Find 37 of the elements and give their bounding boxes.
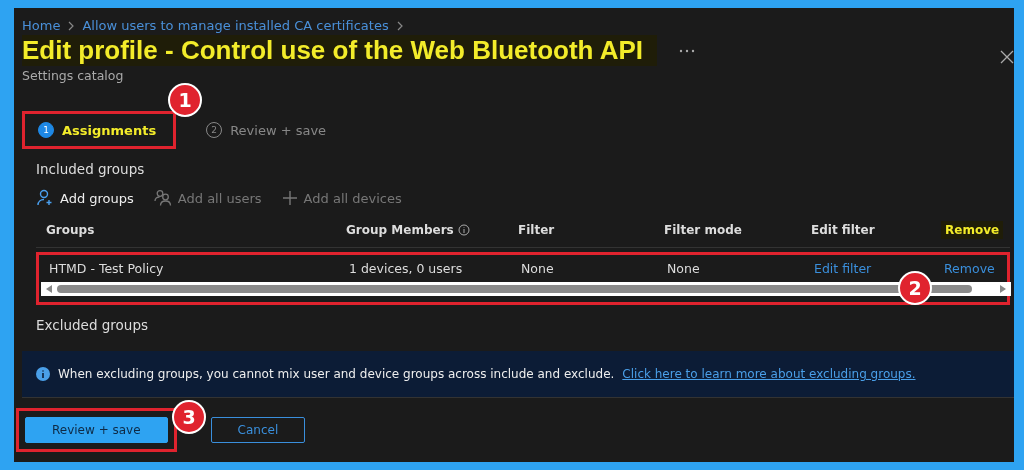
wizard-tab[interactable]: 2 Review + save bbox=[193, 114, 344, 146]
breadcrumb-link[interactable]: Home bbox=[22, 18, 61, 33]
add-person-icon bbox=[36, 189, 54, 207]
page-title: Edit profile - Control use of the Web Bluetooth API bbox=[22, 35, 658, 66]
toolbar-button[interactable]: Add groups bbox=[36, 189, 134, 207]
column-header: Groups bbox=[46, 222, 96, 239]
people-icon bbox=[153, 189, 172, 207]
cancel-button[interactable]: Cancel bbox=[210, 417, 306, 443]
section-heading: Excluded groups bbox=[36, 317, 149, 333]
column-header: Group Members bbox=[346, 221, 518, 239]
step-number-badge: 3 bbox=[172, 400, 206, 434]
wizard-tab[interactable]: 1 Assignments bbox=[25, 114, 174, 146]
column-header: Filter bbox=[518, 222, 556, 239]
table-cell-text: 1 devices, 0 users bbox=[349, 261, 464, 276]
column-header: Remove bbox=[941, 221, 1004, 239]
learn-more-link[interactable]: Click here to learn more about excluding groups. bbox=[622, 367, 916, 381]
table-cell-text: HTMD - Test Policy bbox=[49, 261, 165, 276]
chevron-icon bbox=[396, 20, 403, 31]
page-subtitle: Settings catalog bbox=[22, 68, 125, 83]
step-number-badge: 2 bbox=[898, 271, 932, 305]
column-header: Filter mode bbox=[664, 222, 743, 239]
column-header: Edit filter bbox=[811, 222, 876, 239]
info-icon bbox=[36, 367, 50, 381]
info-message: When excluding groups, you cannot mix user and device groups across include and exclude. bbox=[58, 367, 615, 381]
info-icon bbox=[457, 224, 470, 236]
breadcrumb-link[interactable]: Allow users to manage installed CA certificates bbox=[82, 18, 389, 33]
step-number-badge: 1 bbox=[168, 83, 203, 117]
horizontal-scrollbar[interactable] bbox=[41, 282, 1011, 296]
plus-icon bbox=[281, 190, 298, 206]
table-cell-text: None bbox=[667, 261, 701, 276]
chevron-icon bbox=[68, 20, 75, 31]
table-cell-text: None bbox=[521, 261, 555, 276]
table-link[interactable]: Remove bbox=[944, 261, 995, 276]
section-heading: Included groups bbox=[36, 161, 146, 177]
review-save-button[interactable]: Review + save bbox=[25, 417, 168, 443]
more-icon[interactable] bbox=[679, 48, 696, 53]
close-icon[interactable] bbox=[1000, 50, 1014, 64]
